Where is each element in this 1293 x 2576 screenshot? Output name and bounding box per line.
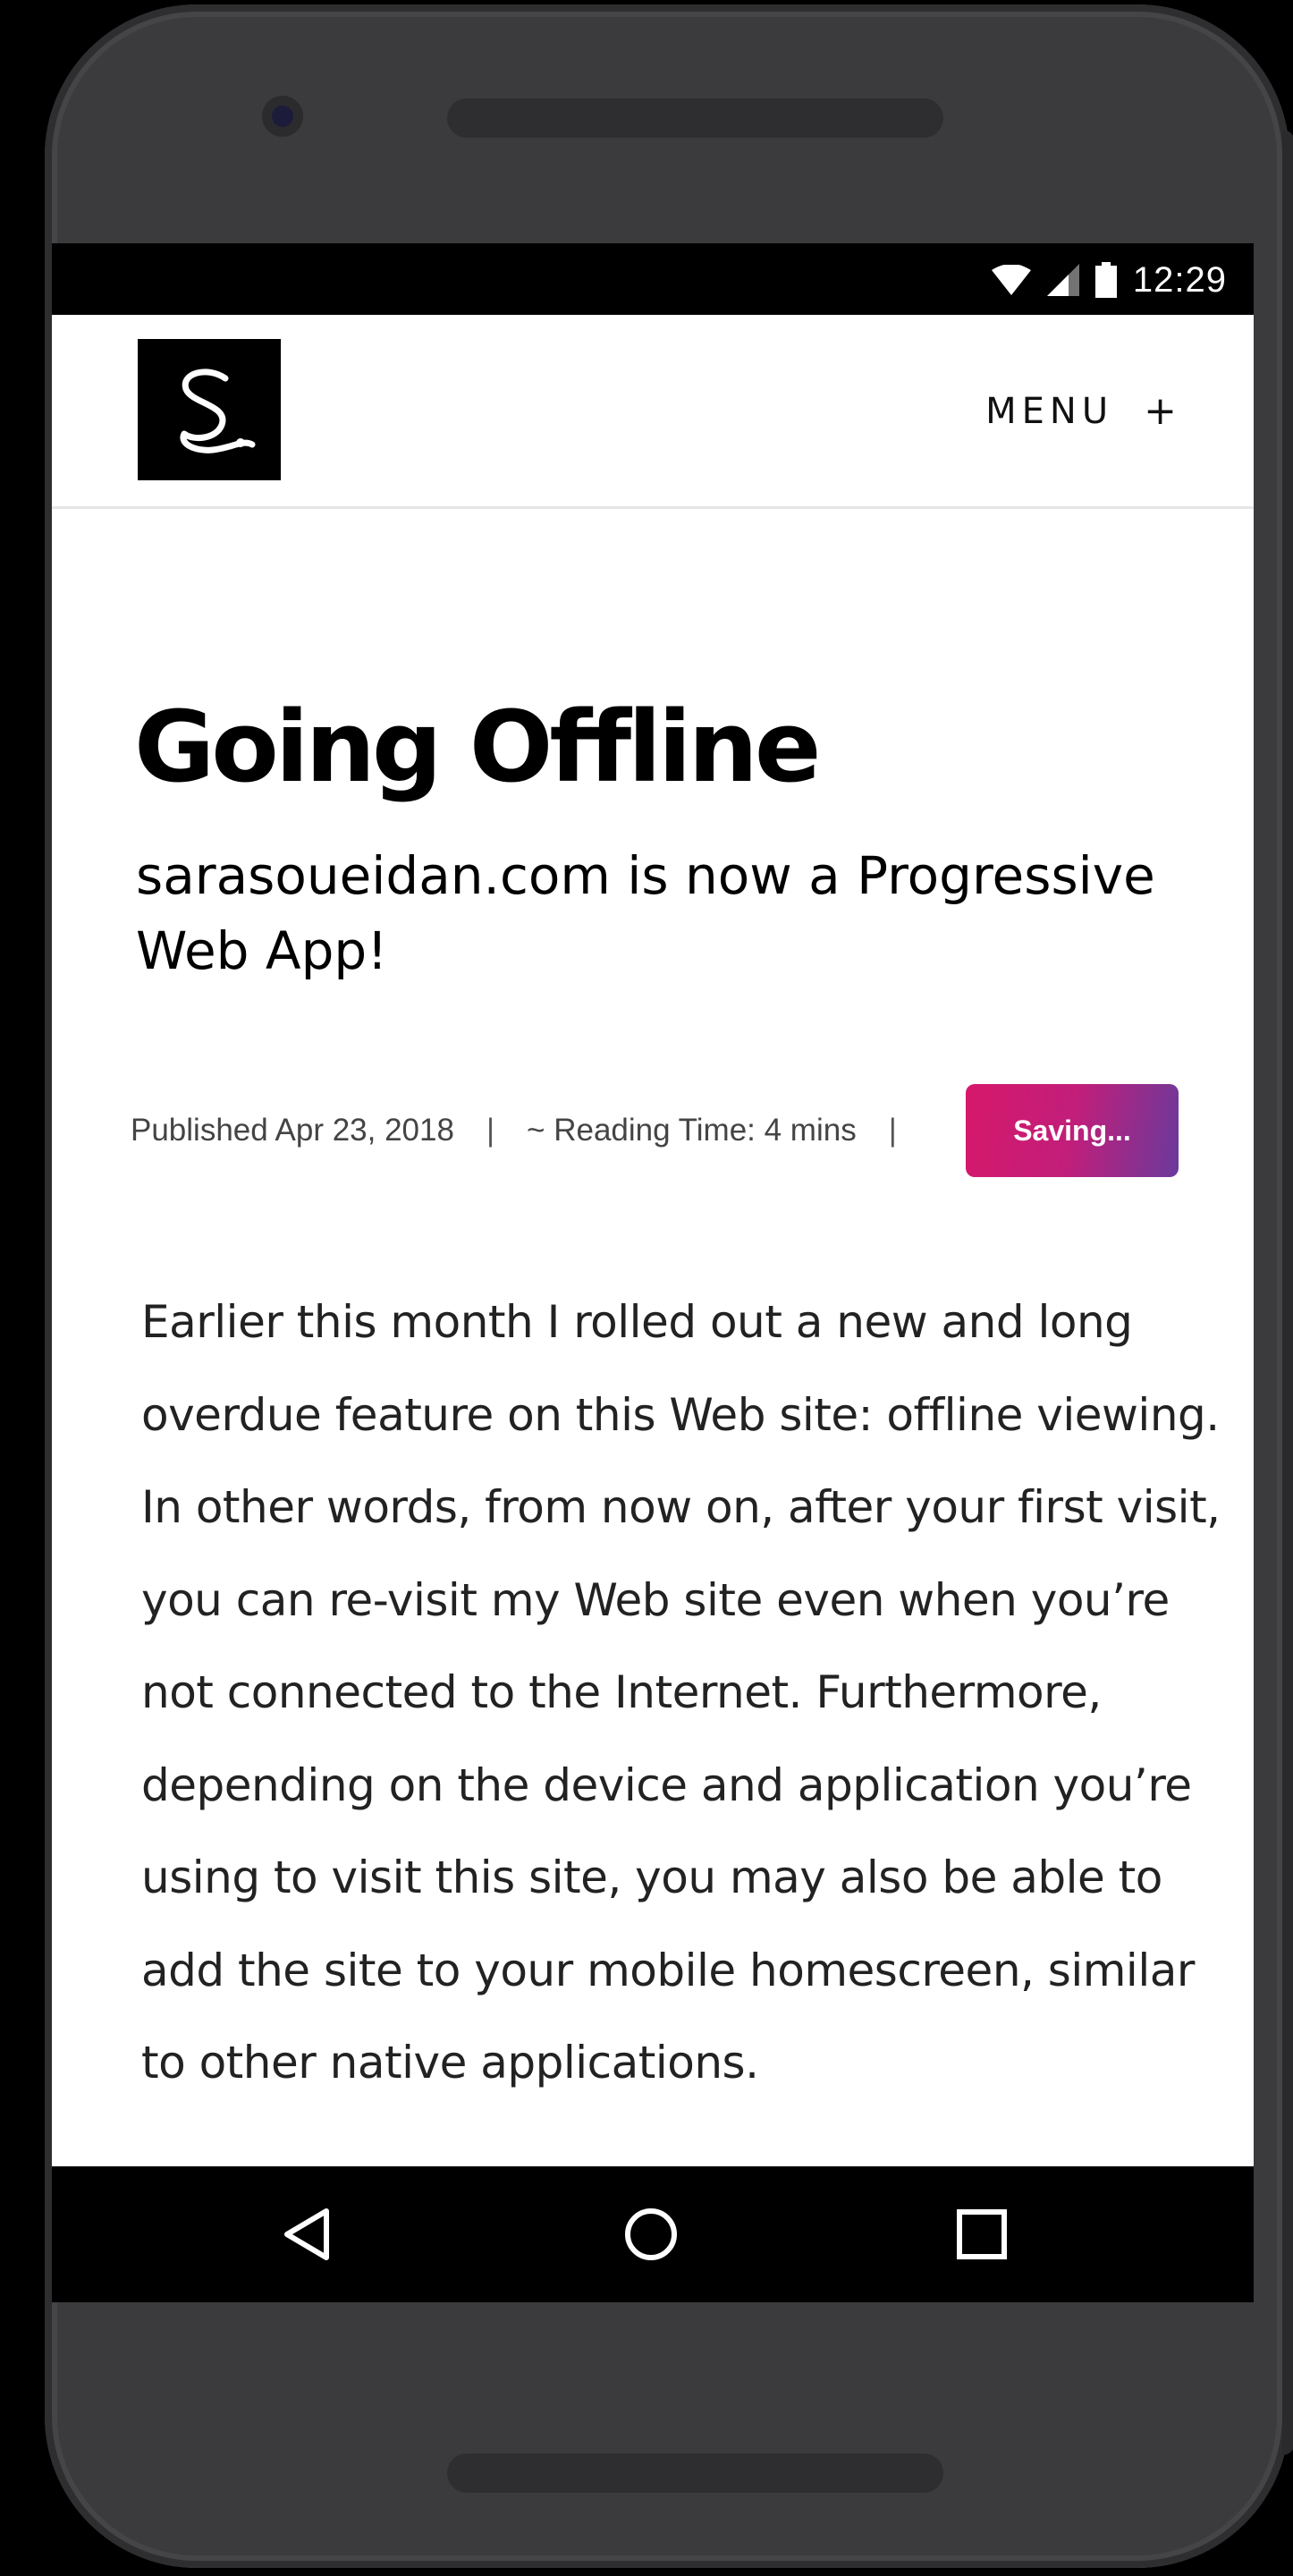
menu-label: MENU (985, 390, 1114, 432)
home-icon[interactable] (615, 2199, 687, 2270)
phone-screen: 12:29 MENU + Going Offline sarasoueidan.… (52, 243, 1254, 2302)
signature-logo-icon (180, 369, 256, 453)
front-camera (262, 96, 303, 137)
phone-side-edge (1282, 130, 1293, 2455)
article-title: Going Offline (134, 690, 821, 804)
meta-separator: | (486, 1113, 495, 1148)
status-time: 12:29 (1132, 259, 1227, 300)
article-body: Earlier this month I rolled out a new an… (141, 1296, 1221, 2089)
back-icon[interactable] (271, 2199, 342, 2270)
earpiece-speaker (447, 98, 943, 138)
site-header: MENU + (52, 315, 1254, 509)
android-nav-bar (52, 2166, 1254, 2302)
signal-icon (1046, 264, 1079, 296)
article-subtitle: sarasoueidan.com is now a Progressive We… (136, 845, 1155, 981)
reading-time: ~ Reading Time: 4 mins (527, 1113, 857, 1148)
wifi-icon (991, 265, 1031, 295)
battery-icon (1094, 262, 1117, 298)
published-date: Published Apr 23, 2018 (131, 1113, 454, 1148)
bottom-speaker (447, 2453, 943, 2493)
plus-icon: + (1144, 388, 1177, 434)
status-icons: 12:29 (991, 259, 1227, 301)
site-logo[interactable] (138, 339, 281, 480)
recents-icon[interactable] (946, 2199, 1018, 2270)
status-bar: 12:29 (52, 243, 1254, 315)
meta-separator: | (888, 1113, 897, 1148)
menu-button[interactable]: MENU + (985, 388, 1177, 434)
save-offline-button[interactable]: Saving... (966, 1084, 1179, 1177)
